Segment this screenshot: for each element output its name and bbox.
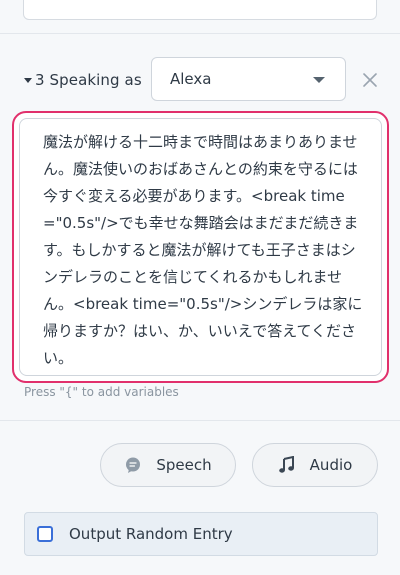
previous-input-card[interactable] [23,0,377,20]
top-divider [0,33,400,34]
random-entry-label: Output Random Entry [69,525,233,543]
chat-bubble-icon [126,457,141,473]
caret-down-icon [24,77,32,83]
add-speech-button[interactable]: Speech [100,443,236,487]
voice-select[interactable]: Alexa [151,57,346,101]
middle-divider [0,420,400,421]
music-note-icon [278,456,294,473]
speech-text-input[interactable]: 魔法が解ける十二時まで時間はあまりありません。魔法使いのおばあさんとの約束を守る… [19,118,382,376]
variables-hint: Press "{" to add variables [24,385,179,399]
close-icon[interactable] [360,70,380,90]
output-random-entry-option[interactable]: Output Random Entry [24,512,378,556]
speak-step-editor: 3 Speaking as Alexa 魔法が解ける十二時まで時間はあまりありま… [0,0,400,575]
add-audio-button[interactable]: Audio [252,443,378,487]
random-entry-checkbox[interactable] [37,526,53,542]
speech-text-focus-ring: 魔法が解ける十二時まで時間はあまりありません。魔法使いのおばあさんとの約束を守る… [12,111,389,383]
speech-button-label: Speech [156,456,212,474]
step-collapse-toggle[interactable]: 3 Speaking as [24,69,142,91]
audio-button-label: Audio [309,456,353,474]
speaking-as-label: 3 Speaking as [35,71,142,89]
chevron-down-icon [313,77,325,83]
voice-select-value: Alexa [170,70,212,88]
speaking-as-row: 3 Speaking as Alexa [0,56,400,104]
